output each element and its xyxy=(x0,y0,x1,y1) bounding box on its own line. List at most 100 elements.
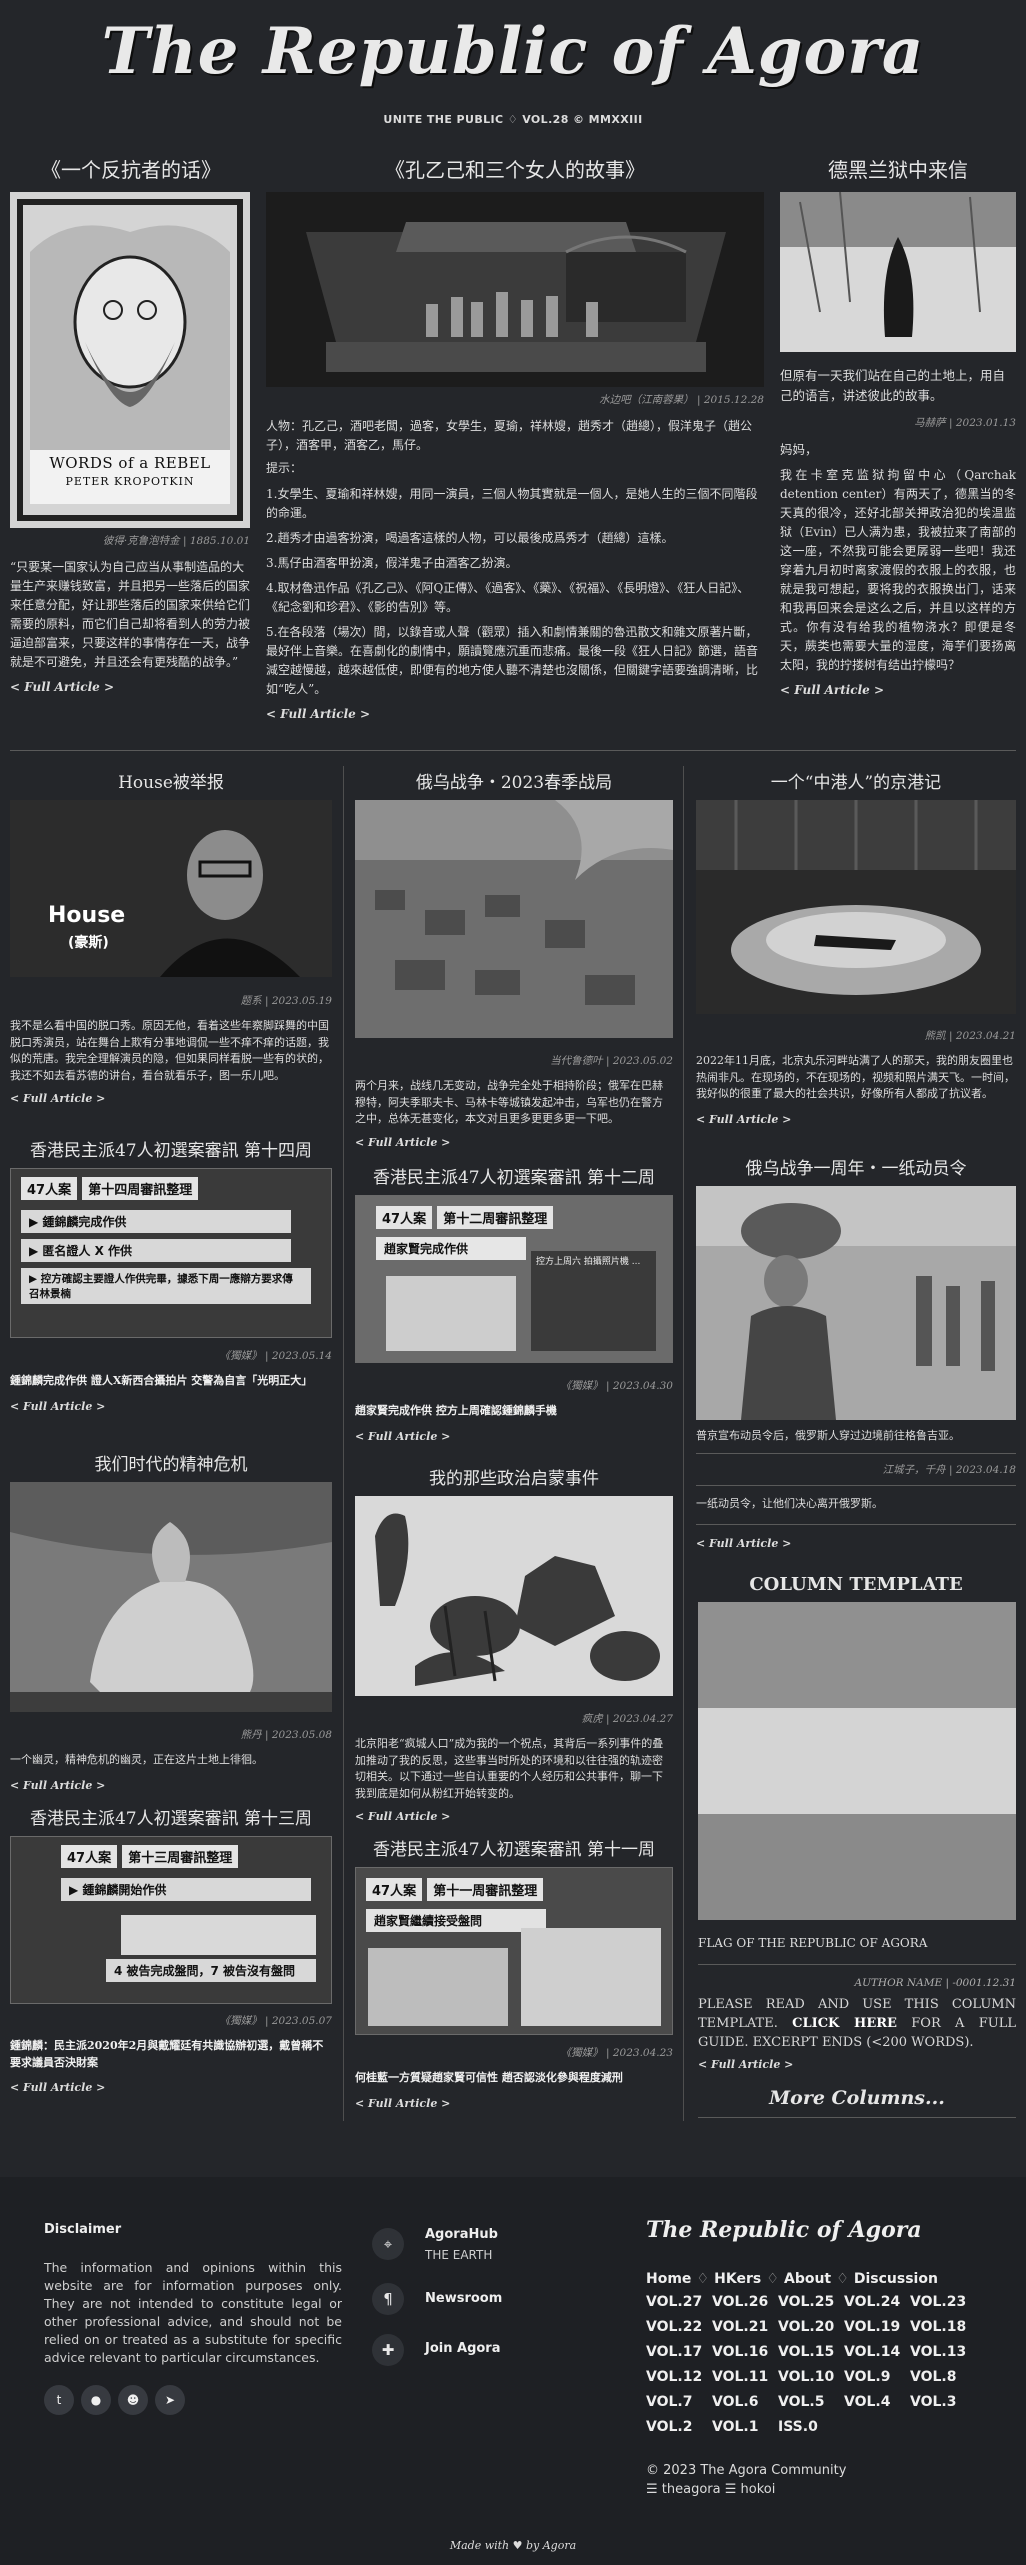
volume-link[interactable]: VOL.20 xyxy=(778,2315,844,2340)
twitter-icon[interactable]: t xyxy=(44,2385,74,2415)
article-title[interactable]: 香港民主派47人初選案審訊 第十二周 xyxy=(355,1165,673,1191)
article-title[interactable]: 德黑兰狱中来信 xyxy=(780,157,1016,183)
article-title[interactable]: 俄乌战争・2023春季战局 xyxy=(355,770,673,796)
article-notes-item: 4.取材魯迅作品《孔乙己》、《阿Q正傳》、《過客》、《藥》、《祝福》、《長明燈》… xyxy=(266,580,750,614)
article-title[interactable]: 我的那些政治启蒙事件 xyxy=(355,1466,673,1492)
full-article-link[interactable]: < Full Article > xyxy=(10,1092,332,1105)
article-excerpt: 一纸动员令，让他们决心离开俄罗斯。 xyxy=(696,1496,883,1510)
volume-link[interactable]: VOL.13 xyxy=(910,2340,976,2365)
volume-link[interactable]: VOL.1 xyxy=(712,2415,778,2440)
animals-illustration[interactable] xyxy=(355,1496,673,1696)
volume-link[interactable]: VOL.15 xyxy=(778,2340,844,2365)
volume-link[interactable]: VOL.5 xyxy=(778,2390,844,2415)
full-article-link[interactable]: < Full Article > xyxy=(10,1779,332,1792)
article-caption: 疯虎 | 2023.04.27 xyxy=(581,1713,673,1725)
full-article-link[interactable]: < Full Article > xyxy=(698,2058,1016,2071)
article-title[interactable]: 香港民主派47人初選案審訊 第十四周 xyxy=(10,1138,332,1164)
spirit-crisis-illustration[interactable] xyxy=(10,1482,332,1712)
community-handles[interactable]: ☰ theagora ☰ hokoi xyxy=(646,2482,775,2497)
hk-week-12-poster[interactable]: 47人案 第十二周審訊整理 趙家賢完成作供 控方上周六 拍攝照片機 ... xyxy=(355,1195,673,1363)
article-caption: 水边吧（江南蓉果） | 2015.12.28 xyxy=(599,394,764,406)
article-title[interactable]: 香港民主派47人初選案審訊 第十三周 xyxy=(10,1806,332,1832)
installation-photo[interactable] xyxy=(696,800,1016,1014)
hk-week-11-poster[interactable]: 47人案 第十一周審訊整理 趙家賢繼續接受盤問 xyxy=(355,1867,673,2035)
volume-link[interactable]: VOL.6 xyxy=(712,2390,778,2415)
volume-link[interactable]: VOL.23 xyxy=(910,2290,976,2315)
volume-link[interactable]: VOL.7 xyxy=(646,2390,712,2415)
tehran-photo[interactable] xyxy=(780,192,1016,352)
article-title[interactable]: 香港民主派47人初選案審訊 第十一周 xyxy=(355,1837,673,1863)
volume-link[interactable]: VOL.3 xyxy=(910,2390,976,2415)
volume-link[interactable]: VOL.16 xyxy=(712,2340,778,2365)
footer-link-newsroom[interactable]: Newsroom xyxy=(425,2291,502,2306)
volume-link[interactable]: VOL.9 xyxy=(844,2365,910,2390)
nav-about[interactable]: About xyxy=(784,2271,831,2287)
volume-link[interactable]: VOL.18 xyxy=(910,2315,976,2340)
footer-link-sub: THE EARTH xyxy=(425,2248,493,2262)
article-title[interactable]: 《孔乙己和三个女人的故事》 xyxy=(266,157,764,183)
volume-link[interactable]: VOL.10 xyxy=(778,2365,844,2390)
article-title[interactable]: 一个“中港人”的京港记 xyxy=(696,770,1016,796)
hk-week-13-poster[interactable]: 47人案 第十三周審訊整理 ▶ 鍾錦麟開始作供 4 被告完成盤問，7 被告沒有盤… xyxy=(10,1836,332,2004)
stage-photo[interactable] xyxy=(266,192,764,387)
full-article-link[interactable]: < Full Article > xyxy=(355,1136,673,1149)
more-columns-link[interactable]: More Columns... xyxy=(698,2085,1016,2111)
volume-link[interactable]: VOL.25 xyxy=(778,2290,844,2315)
nav-discussion[interactable]: Discussion xyxy=(854,2271,938,2287)
volume-link[interactable]: VOL.17 xyxy=(646,2340,712,2365)
click-here-link[interactable]: CLICK HERE xyxy=(792,2016,897,2031)
divider xyxy=(698,1963,1016,1965)
nav-hkers[interactable]: HKers xyxy=(714,2271,761,2287)
volume-link[interactable]: VOL.26 xyxy=(712,2290,778,2315)
article-beijing-hk-text: 熊凯 | 2023.04.21 2022年11月底，北京丸乐河畔站满了人的那天，… xyxy=(696,1028,1016,1126)
article-title[interactable]: House被举报 xyxy=(10,770,332,796)
footer-link-join[interactable]: Join Agora xyxy=(425,2341,501,2356)
volume-link[interactable]: VOL.22 xyxy=(646,2315,712,2340)
war-aerial-photo[interactable] xyxy=(355,800,673,1038)
github-icon[interactable]: ● xyxy=(81,2385,111,2415)
nav-home[interactable]: Home xyxy=(646,2271,691,2287)
article-title[interactable]: 我们时代的精神危机 xyxy=(10,1452,332,1478)
full-article-link[interactable]: < Full Article > xyxy=(10,1400,332,1413)
article-title[interactable]: 《一个反抗者的话》 xyxy=(10,157,252,183)
volume-link[interactable]: VOL.11 xyxy=(712,2365,778,2390)
volume-link[interactable]: VOL.14 xyxy=(844,2340,910,2365)
poster-item: ▶ 鍾錦麟開始作供 xyxy=(61,1878,311,1901)
nav-separator: ♢ xyxy=(696,2271,710,2287)
full-article-link[interactable]: < Full Article > xyxy=(266,707,764,721)
full-article-link[interactable]: < Full Article > xyxy=(10,680,250,694)
section-divider xyxy=(10,750,1016,751)
full-article-link[interactable]: < Full Article > xyxy=(780,683,1016,697)
column-template-excerpt: PLEASE READ AND USE THIS COLUMN TEMPLATE… xyxy=(698,1995,1016,2052)
full-article-link[interactable]: < Full Article > xyxy=(10,2081,332,2094)
volume-link[interactable]: VOL.8 xyxy=(910,2365,976,2390)
column-template: COLUMN TEMPLATE xyxy=(696,1572,1016,1598)
site-brand[interactable]: The Republic of Agora xyxy=(0,14,1026,89)
full-article-link[interactable]: < Full Article > xyxy=(696,1113,1016,1126)
volume-link[interactable]: VOL.4 xyxy=(844,2390,910,2415)
footer-link-agorahub[interactable]: AgoraHub xyxy=(425,2227,498,2242)
volume-link[interactable]: VOL.27 xyxy=(646,2290,712,2315)
hk-week-14-poster[interactable]: 47人案 第十四周審訊整理 ▶ 鍾錦麟完成作供 ▶ 匿名證人 X 作供 ▶ 控方… xyxy=(10,1168,332,1338)
full-article-link[interactable]: < Full Article > xyxy=(696,1537,1016,1550)
column-template-title[interactable]: COLUMN TEMPLATE xyxy=(696,1572,1016,1598)
volume-link[interactable]: VOL.19 xyxy=(844,2315,910,2340)
agora-flag-image[interactable] xyxy=(698,1602,1016,1920)
volume-link[interactable]: VOL.24 xyxy=(844,2290,910,2315)
volume-link[interactable]: VOL.2 xyxy=(646,2415,712,2440)
footer-brand[interactable]: The Republic of Agora xyxy=(646,2217,922,2243)
volume-link[interactable]: ISS.0 xyxy=(778,2415,844,2440)
article-title[interactable]: 俄乌战争一周年・一纸动员令 xyxy=(696,1156,1016,1182)
volume-link[interactable]: VOL.12 xyxy=(646,2365,712,2390)
house-photo[interactable]: House (豪斯) xyxy=(10,800,332,977)
mobilization-photo[interactable] xyxy=(696,1186,1016,1420)
reddit-icon[interactable]: ☻ xyxy=(118,2385,148,2415)
article-enlightenment: 我的那些政治启蒙事件 xyxy=(355,1466,673,1492)
full-article-link[interactable]: < Full Article > xyxy=(355,2097,673,2110)
telegram-icon[interactable]: ➤ xyxy=(155,2385,185,2415)
article-excerpt: 鍾錦麟：民主派2020年2月與戴耀廷有共識協辦初選，戴曾稱不要求議員否決財案 xyxy=(10,2039,324,2069)
volume-link[interactable]: VOL.21 xyxy=(712,2315,778,2340)
book-cover-image[interactable]: WORDS of a REBEL PETER KROPOTKIN xyxy=(10,192,250,528)
full-article-link[interactable]: < Full Article > xyxy=(355,1430,673,1443)
full-article-link[interactable]: < Full Article > xyxy=(355,1810,673,1823)
